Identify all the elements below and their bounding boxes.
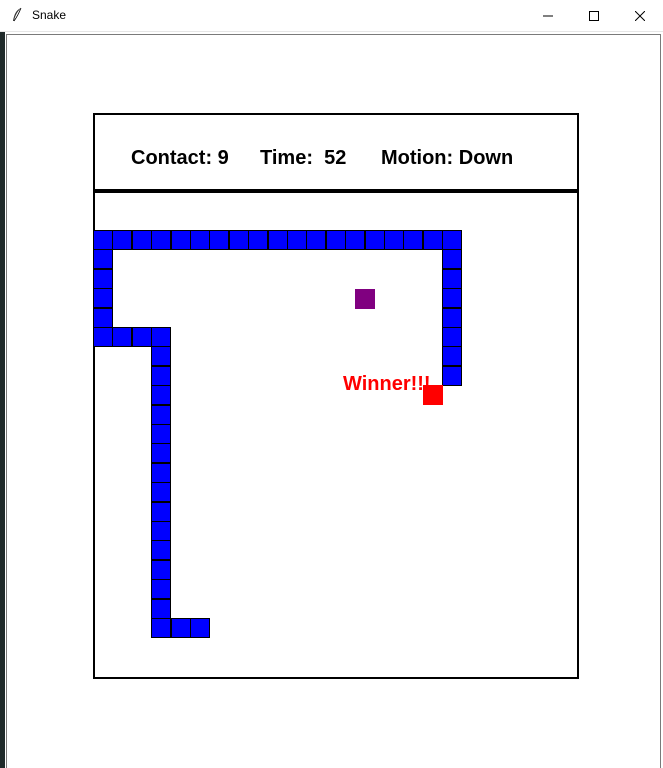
- snake-segment: [190, 618, 210, 638]
- snake-segment: [345, 230, 365, 250]
- snake-segment: [229, 230, 249, 250]
- minimize-button[interactable]: [525, 0, 571, 31]
- snake-segment: [151, 463, 171, 483]
- snake-segment: [442, 269, 462, 289]
- contact-counter: Contact: 9: [131, 147, 229, 169]
- snake-segment: [93, 308, 113, 328]
- snake-segment: [151, 405, 171, 425]
- time-counter: Time: 52: [260, 147, 347, 169]
- winner-message: Winner!!!: [343, 373, 431, 395]
- minimize-icon: [543, 15, 553, 16]
- snake-segment: [442, 366, 462, 386]
- snake-segment: [151, 424, 171, 444]
- snake-segment: [442, 346, 462, 366]
- snake-segment: [151, 366, 171, 386]
- snake-segment: [151, 327, 171, 347]
- snake-segment: [151, 230, 171, 250]
- snake-segment: [287, 230, 307, 250]
- snake-segment: [384, 230, 404, 250]
- snake-segment: [151, 502, 171, 522]
- snake-segment: [442, 288, 462, 308]
- snake-segment: [112, 327, 132, 347]
- snake-segment: [151, 346, 171, 366]
- snake-segment: [306, 230, 326, 250]
- snake-segment: [442, 230, 462, 250]
- snake-segment: [442, 249, 462, 269]
- snake-segment: [93, 230, 113, 250]
- snake-segment: [171, 618, 191, 638]
- background-strip: [0, 32, 5, 768]
- window-title: Snake: [32, 8, 67, 22]
- snake-segment: [248, 230, 268, 250]
- snake-segment: [151, 385, 171, 405]
- snake-segment: [442, 308, 462, 328]
- snake-segment: [112, 230, 132, 250]
- snake-segment: [151, 560, 171, 580]
- snake-segment: [151, 443, 171, 463]
- snake-segment: [403, 230, 423, 250]
- hud-divider: [95, 189, 577, 193]
- motion-indicator: Motion: Down: [381, 147, 514, 169]
- snake-segment: [151, 618, 171, 638]
- maximize-icon: [589, 10, 599, 21]
- snake-segment: [171, 230, 191, 250]
- snake-segment: [93, 288, 113, 308]
- snake-segment: [93, 327, 113, 347]
- snake-segment: [209, 230, 229, 250]
- snake-segment: [132, 327, 152, 347]
- snake-segment: [442, 327, 462, 347]
- snake-segment: [151, 482, 171, 502]
- food-item: [355, 289, 375, 309]
- close-icon: [635, 10, 645, 21]
- snake-segment: [151, 521, 171, 541]
- feather-icon: [13, 7, 22, 22]
- snake-segment: [93, 269, 113, 289]
- snake-segment: [93, 249, 113, 269]
- snake-segment: [151, 540, 171, 560]
- snake-segment: [151, 579, 171, 599]
- snake-segment: [365, 230, 385, 250]
- snake-segment: [190, 230, 210, 250]
- snake-segment: [151, 599, 171, 619]
- snake-segment: [268, 230, 288, 250]
- title-bar: Snake: [0, 0, 663, 32]
- snake-segment: [326, 230, 346, 250]
- hud: Contact: 9 Time: 52 Motion: Down: [131, 147, 513, 239]
- close-button[interactable]: [617, 0, 663, 31]
- snake-segment: [132, 230, 152, 250]
- maximize-button[interactable]: [571, 0, 617, 31]
- snake-segment: [423, 230, 443, 250]
